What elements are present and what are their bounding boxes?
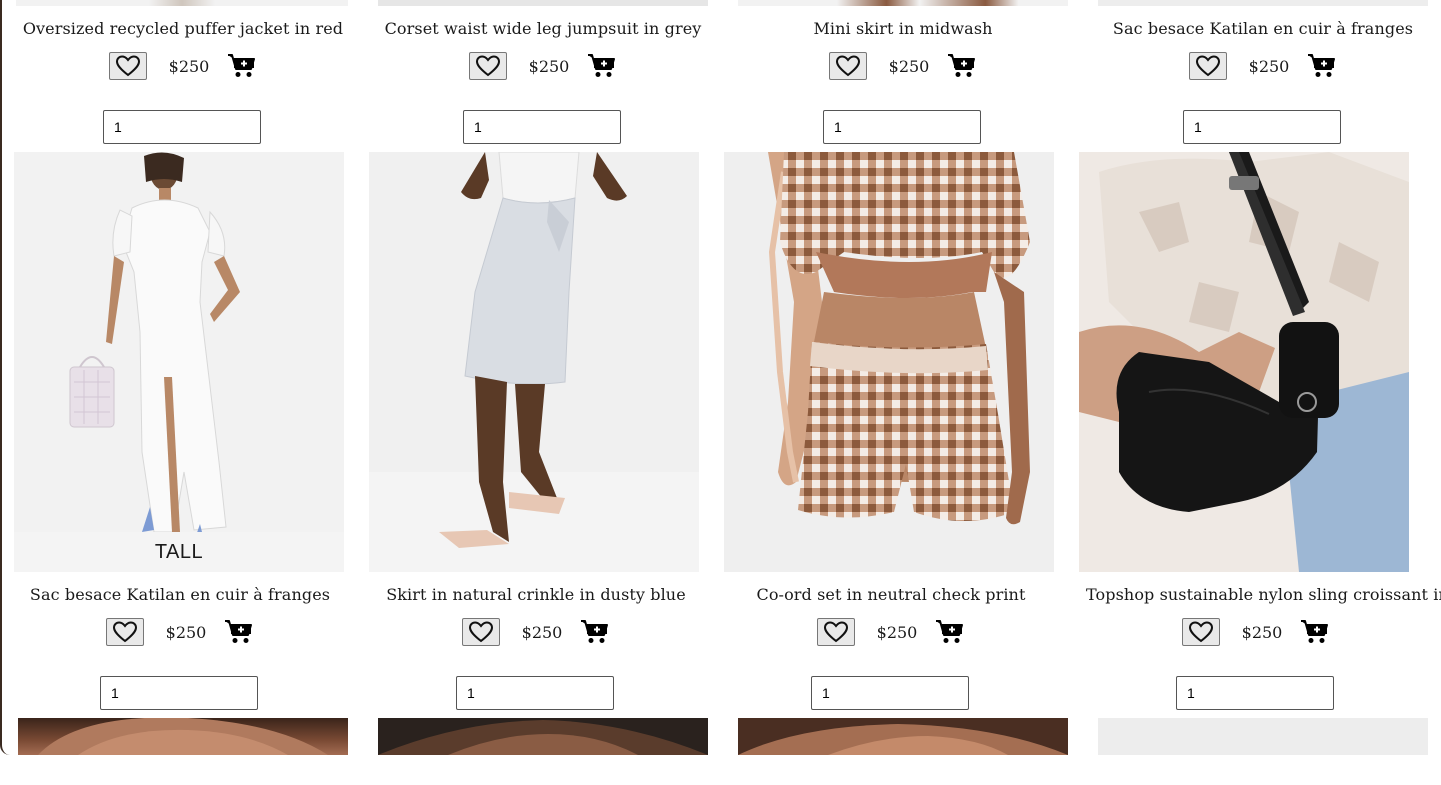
product-image[interactable]: TALL	[14, 152, 344, 572]
image-badge: TALL	[14, 532, 344, 572]
add-to-cart-button[interactable]	[1300, 618, 1330, 646]
page-background	[0, 755, 1441, 785]
product-image[interactable]	[724, 152, 1054, 572]
add-to-cart-icon	[225, 620, 253, 643]
product-title[interactable]: Co-ord set in neutral check print	[721, 585, 1061, 604]
quantity-input[interactable]	[1176, 676, 1334, 710]
product-image[interactable]	[738, 718, 1068, 755]
heart-icon	[835, 55, 860, 77]
portrait-icon	[738, 724, 1068, 755]
product-image-strip[interactable]	[378, 0, 708, 6]
favorite-button[interactable]	[108, 52, 147, 80]
product-image[interactable]	[18, 718, 348, 755]
product-price: $250	[521, 622, 563, 642]
favorite-button[interactable]	[1181, 618, 1220, 646]
product-price: $250	[888, 56, 930, 76]
product-price: $250	[1248, 56, 1290, 76]
quantity-input[interactable]	[456, 676, 614, 710]
heart-icon	[1195, 55, 1220, 77]
favorite-button[interactable]	[105, 618, 144, 646]
quantity-input[interactable]	[100, 676, 258, 710]
favorite-button[interactable]	[816, 618, 855, 646]
add-to-cart-icon	[228, 54, 256, 77]
product-image-strip[interactable]	[16, 0, 348, 6]
add-to-cart-button[interactable]	[935, 618, 965, 646]
quantity-input[interactable]	[1183, 110, 1341, 144]
add-to-cart-icon	[1308, 54, 1336, 77]
add-to-cart-icon	[936, 620, 964, 643]
add-to-cart-button[interactable]	[580, 618, 610, 646]
product-title[interactable]: Sac besace Katilan en cuir à franges	[1093, 19, 1433, 38]
add-to-cart-icon	[948, 54, 976, 77]
add-to-cart-button[interactable]	[587, 52, 617, 80]
product-grid: Oversized recycled puffer jacket in red …	[0, 0, 1441, 755]
product-title[interactable]: Sac besace Katilan en cuir à franges	[10, 585, 350, 604]
add-to-cart-icon	[1301, 620, 1329, 643]
sling-bag-icon	[1079, 152, 1409, 572]
heart-icon	[468, 621, 493, 643]
product-title[interactable]: Skirt in natural crinkle in dusty blue	[366, 585, 706, 604]
favorite-button[interactable]	[828, 52, 867, 80]
quantity-input[interactable]	[103, 110, 261, 144]
add-to-cart-button[interactable]	[1307, 52, 1337, 80]
white-dress-icon	[14, 152, 344, 572]
product-title[interactable]: Corset waist wide leg jumpsuit in grey	[373, 19, 713, 38]
add-to-cart-button[interactable]	[224, 618, 254, 646]
add-to-cart-icon	[581, 620, 609, 643]
favorite-button[interactable]	[461, 618, 500, 646]
product-image[interactable]	[369, 152, 699, 572]
heart-icon	[475, 55, 500, 77]
add-to-cart-icon	[588, 54, 616, 77]
product-image[interactable]	[1098, 718, 1428, 755]
product-image[interactable]	[378, 718, 708, 755]
product-title[interactable]: Oversized recycled puffer jacket in red	[13, 19, 353, 38]
quantity-input[interactable]	[811, 676, 969, 710]
product-title[interactable]: Topshop sustainable nylon sling croissan…	[1086, 585, 1441, 604]
heart-icon	[115, 55, 140, 77]
product-title[interactable]: Mini skirt in midwash	[733, 19, 1073, 38]
quantity-input[interactable]	[463, 110, 621, 144]
portrait-icon	[378, 720, 708, 755]
product-price: $250	[165, 622, 207, 642]
add-to-cart-button[interactable]	[947, 52, 977, 80]
product-price: $250	[1241, 622, 1283, 642]
favorite-button[interactable]	[468, 52, 507, 80]
product-image-strip[interactable]	[1098, 0, 1428, 6]
wrap-skirt-icon	[369, 152, 699, 572]
heart-icon	[112, 621, 137, 643]
gingham-set-icon	[724, 152, 1054, 572]
quantity-input[interactable]	[823, 110, 981, 144]
product-price: $250	[528, 56, 570, 76]
favorite-button[interactable]	[1188, 52, 1227, 80]
product-image[interactable]	[1079, 152, 1409, 572]
product-price: $250	[168, 56, 210, 76]
product-price: $250	[876, 622, 918, 642]
add-to-cart-button[interactable]	[227, 52, 257, 80]
heart-icon	[823, 621, 848, 643]
heart-icon	[1188, 621, 1213, 643]
portrait-icon	[38, 718, 328, 755]
product-image-strip[interactable]	[738, 0, 1068, 6]
